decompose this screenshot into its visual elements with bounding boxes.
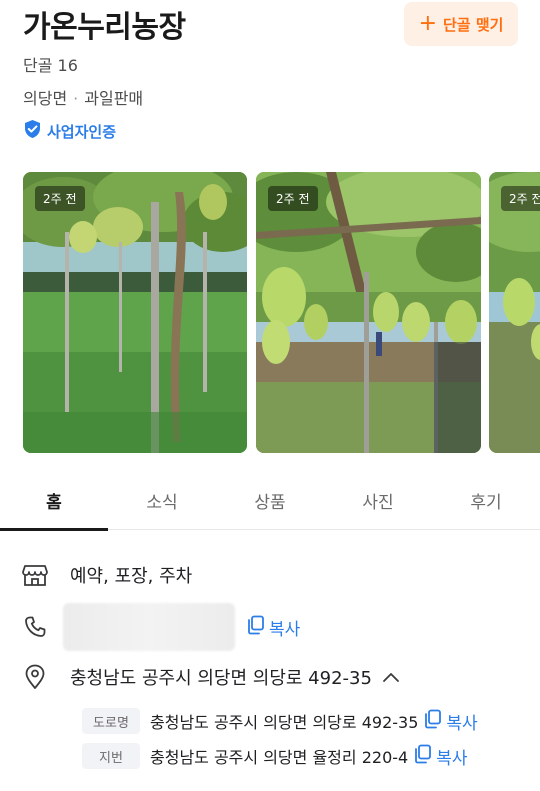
separator-dot: · (73, 89, 79, 108)
business-certification[interactable]: 사업자인증 (23, 119, 116, 143)
copy-road-address-button[interactable]: 복사 (424, 709, 478, 734)
grape-photo-image (256, 172, 481, 453)
road-address-row: 도로명 충청남도 공주시 의당면 의당로 492-35 복사 (82, 708, 478, 734)
copy-icon (247, 615, 265, 640)
store-header: 가온누리농장 + 단골 맺기 단골 16 의당면 · 과일판매 사업자인증 (0, 0, 540, 160)
regulars-count: 단골 16 (23, 56, 78, 75)
gallery-photo[interactable]: 2주 전 (489, 172, 540, 453)
copy-label: 복사 (446, 713, 478, 734)
copy-icon (414, 744, 432, 769)
store-meta: 의당면 · 과일판매 (23, 85, 143, 109)
copy-lot-address-button[interactable]: 복사 (414, 744, 467, 769)
road-address-tag: 도로명 (82, 708, 140, 734)
follow-button[interactable]: + 단골 맺기 (404, 2, 518, 46)
store-tabs: 홈 소식 상품 사진 후기 (0, 470, 540, 531)
tab-news[interactable]: 소식 (108, 470, 216, 530)
certification-label: 사업자인증 (47, 122, 117, 141)
tab-products[interactable]: 상품 (216, 470, 324, 530)
vineyard-photo-image (23, 172, 247, 453)
lot-address-tag: 지번 (82, 743, 140, 769)
photo-gallery[interactable]: 2주 전 2주 전 2주 전 (0, 172, 540, 453)
store-category[interactable]: 과일판매 (84, 89, 143, 108)
photo-age-badge: 2주 전 (501, 186, 540, 211)
amenities-text: 예약, 포장, 주차 (70, 566, 193, 587)
phone-number-redacted (63, 603, 235, 651)
tab-reviews[interactable]: 후기 (432, 470, 540, 530)
phone-row: 복사 (22, 603, 300, 651)
gallery-photo[interactable]: 2주 전 (23, 172, 247, 453)
plus-icon: + (418, 11, 437, 36)
address-row[interactable]: 충청남도 공주시 의당면 의당로 492-35 (22, 664, 400, 690)
address-text: 충청남도 공주시 의당면 의당로 492-35 (70, 668, 372, 689)
location-pin-icon (22, 664, 48, 690)
shield-check-icon (23, 119, 42, 143)
photo-age-badge: 2주 전 (268, 186, 318, 211)
tab-home[interactable]: 홈 (0, 470, 108, 531)
photo-age-badge: 2주 전 (35, 186, 85, 211)
lot-address-row: 지번 충청남도 공주시 의당면 율정리 220-4 복사 (82, 743, 467, 769)
copy-icon (424, 709, 442, 734)
road-address-text: 충청남도 공주시 의당면 의당로 492-35 (150, 713, 419, 732)
copy-phone-button[interactable]: 복사 (247, 615, 300, 640)
lot-address-text: 충청남도 공주시 의당면 율정리 220-4 (150, 748, 409, 767)
amenities-row: 예약, 포장, 주차 (22, 562, 192, 588)
store-icon (22, 562, 48, 588)
copy-label: 복사 (269, 619, 301, 640)
phone-icon (22, 614, 48, 640)
follow-button-label: 단골 맺기 (443, 15, 504, 34)
chevron-up-icon[interactable] (382, 671, 400, 683)
vineyard-photo-image (489, 172, 540, 453)
store-area: 의당면 (23, 89, 68, 108)
store-name: 가온누리농장 (23, 10, 186, 45)
gallery-photo[interactable]: 2주 전 (256, 172, 481, 453)
tab-photos[interactable]: 사진 (324, 470, 432, 530)
copy-label: 복사 (436, 748, 468, 769)
